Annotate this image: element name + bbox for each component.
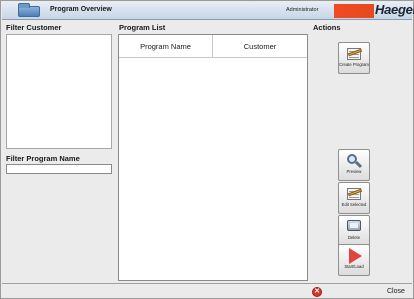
edit-selected-label: Edit Selected xyxy=(341,202,367,207)
column-header-program-name[interactable]: Program Name xyxy=(119,35,213,57)
title-bar: Program Overview Administrator Haeger xyxy=(2,2,414,20)
window-title: Program Overview xyxy=(50,6,112,13)
create-document-icon xyxy=(345,46,363,62)
actions-title: Actions xyxy=(313,23,341,32)
edit-selected-button[interactable]: Edit Selected xyxy=(338,182,370,214)
program-overview-window: Program Overview Administrator Haeger Fi… xyxy=(0,0,414,299)
footer-bar: ✕ Close xyxy=(2,283,412,298)
program-table[interactable]: Program Name Customer xyxy=(118,34,308,281)
program-list-title: Program List xyxy=(119,23,166,32)
table-header: Program Name Customer xyxy=(119,35,307,58)
delete-button[interactable]: Delete xyxy=(338,215,370,247)
brand-swatch xyxy=(334,4,374,18)
create-program-button[interactable]: Create Program xyxy=(338,42,370,74)
create-program-label: Create Program xyxy=(339,62,369,67)
start-load-label: Start/Load xyxy=(344,264,364,269)
start-load-button[interactable]: Start/Load xyxy=(338,244,370,276)
filter-customer-title: Filter Customer xyxy=(6,23,62,32)
column-header-customer[interactable]: Customer xyxy=(213,35,307,57)
close-button[interactable]: Close xyxy=(387,288,405,295)
customer-filter-list[interactable] xyxy=(6,34,112,149)
filter-program-title: Filter Program Name xyxy=(6,154,80,163)
brand-logo: Haeger xyxy=(375,2,414,17)
folder-icon xyxy=(18,3,40,17)
preview-label: Preview xyxy=(346,169,362,174)
edit-document-icon xyxy=(345,186,363,202)
preview-button[interactable]: Preview xyxy=(338,149,370,181)
close-icon[interactable]: ✕ xyxy=(312,287,322,297)
delete-icon xyxy=(345,219,363,235)
play-icon xyxy=(345,248,363,264)
magnifier-icon xyxy=(345,153,363,169)
user-label: Administrator xyxy=(286,7,319,13)
delete-label: Delete xyxy=(347,235,361,240)
program-name-filter-input[interactable] xyxy=(6,164,112,174)
